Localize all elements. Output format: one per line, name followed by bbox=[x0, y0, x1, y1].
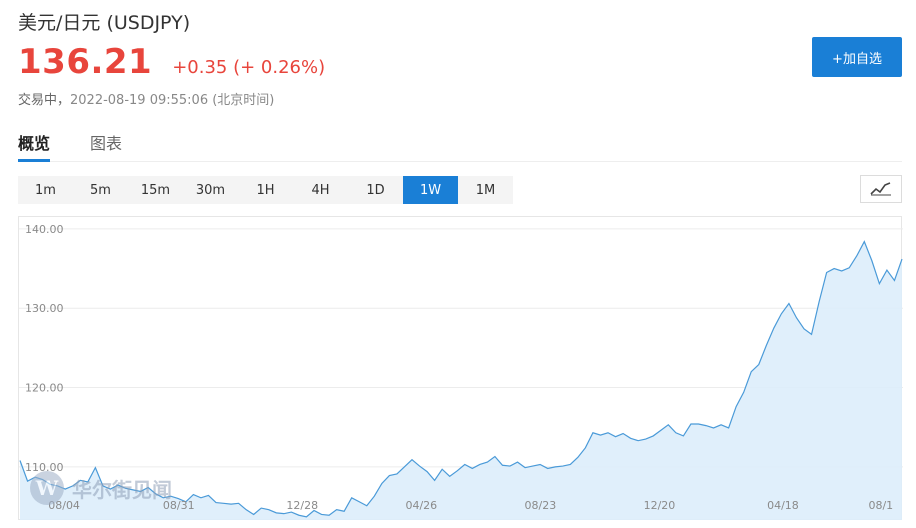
interval-1w[interactable]: 1W bbox=[403, 176, 458, 204]
chart-type-toggle[interactable] bbox=[860, 175, 902, 203]
x-tick-label-6: 04/18 bbox=[767, 499, 799, 512]
watermark: W 华尔街见闻 bbox=[30, 470, 172, 506]
x-tick-label-3: 04/26 bbox=[405, 499, 437, 512]
last-price: 136.21 bbox=[18, 42, 153, 82]
y-tick-label-0: 140.00 bbox=[25, 223, 64, 236]
interval-selector: 1m 5m 15m 30m 1H 4H 1D 1W 1M bbox=[18, 176, 513, 204]
interval-4h[interactable]: 4H bbox=[293, 176, 348, 204]
x-tick-label-4: 08/23 bbox=[525, 499, 557, 512]
line-chart-icon bbox=[870, 182, 891, 196]
x-tick-label-5: 12/20 bbox=[644, 499, 676, 512]
watermark-text: 华尔街见闻 bbox=[72, 477, 172, 502]
price-row: 136.21 +0.35 (+ 0.26%) bbox=[18, 42, 325, 84]
instrument-title: 美元/日元 (USDJPY) bbox=[18, 12, 191, 34]
tab-overview[interactable]: 概览 bbox=[18, 130, 51, 162]
interval-5m[interactable]: 5m bbox=[73, 176, 128, 204]
y-tick-label-1: 130.00 bbox=[25, 302, 64, 315]
x-tick-label-7: 08/1 bbox=[868, 499, 893, 512]
interval-1m[interactable]: 1m bbox=[18, 176, 73, 204]
add-to-watchlist-button[interactable]: +加自选 bbox=[812, 37, 902, 77]
status-label: 交易中， bbox=[18, 93, 71, 108]
price-change: +0.35 (+ 0.26%) bbox=[172, 57, 326, 78]
interval-15m[interactable]: 15m bbox=[128, 176, 183, 204]
x-tick-label-2: 12/28 bbox=[286, 499, 318, 512]
tab-bar: 概览 图表 bbox=[18, 124, 902, 162]
interval-1d[interactable]: 1D bbox=[348, 176, 403, 204]
y-tick-label-2: 120.00 bbox=[25, 382, 64, 395]
wallstreetcn-logo-icon: W bbox=[30, 471, 64, 505]
tab-chart[interactable]: 图表 bbox=[90, 130, 122, 162]
interval-1h[interactable]: 1H bbox=[238, 176, 293, 204]
trading-status: 交易中，2022-08-19 09:55:06 (北京时间) bbox=[18, 89, 274, 108]
interval-30m[interactable]: 30m bbox=[183, 176, 238, 204]
interval-1mo[interactable]: 1M bbox=[458, 176, 513, 204]
status-timestamp: 2022-08-19 09:55:06 (北京时间) bbox=[70, 93, 275, 108]
